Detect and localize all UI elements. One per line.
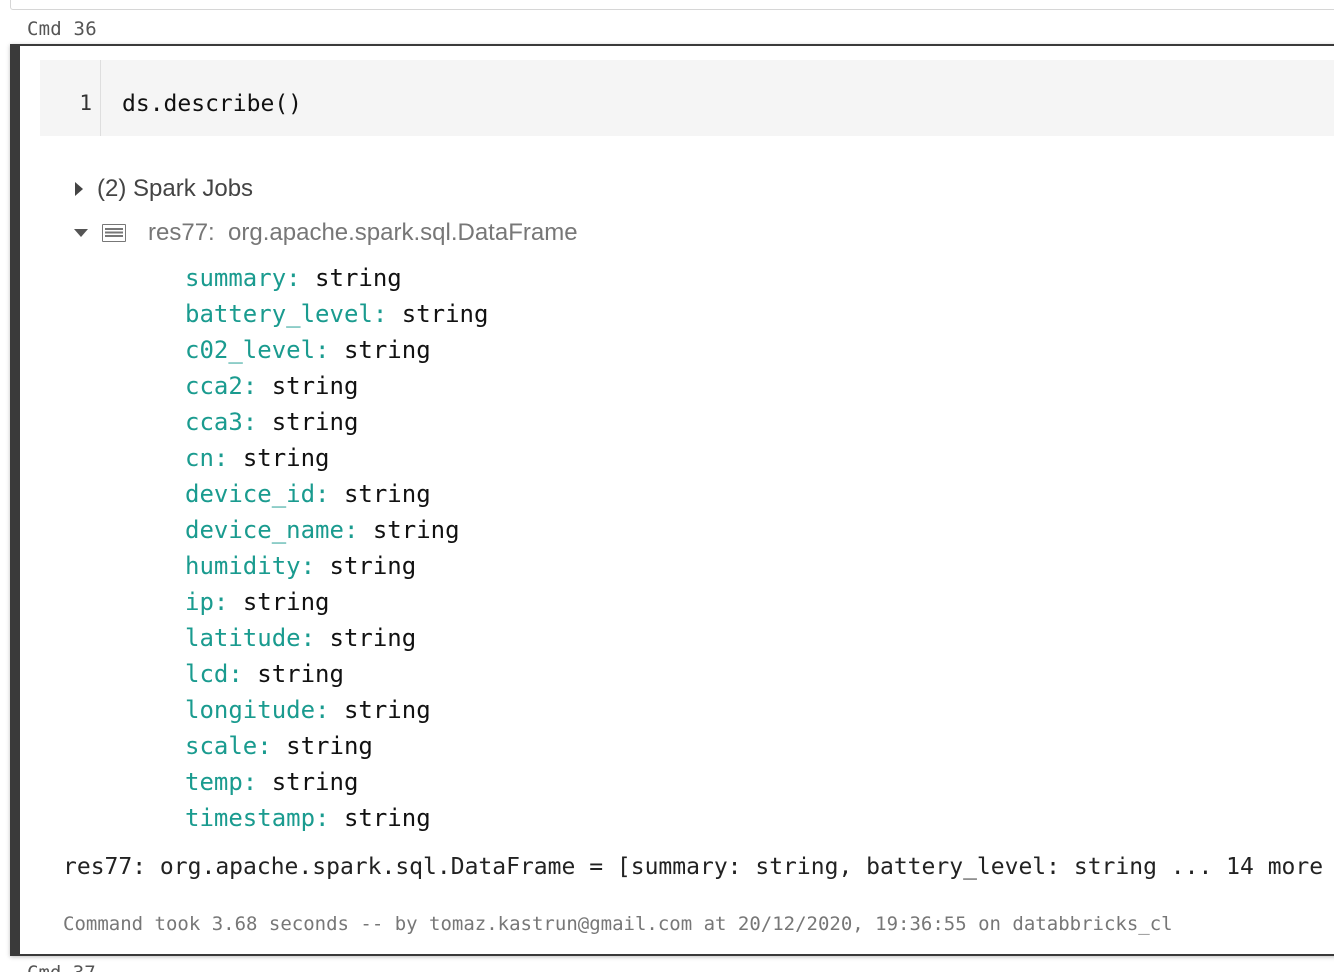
schema-field: longitude: string bbox=[185, 696, 431, 724]
command-label: Cmd 36 bbox=[27, 18, 97, 40]
spark-jobs-label[interactable]: (2) Spark Jobs bbox=[97, 175, 253, 203]
schema-field: scale: string bbox=[185, 732, 373, 760]
schema-field: latitude: string bbox=[185, 624, 417, 652]
schema-field: humidity: string bbox=[185, 552, 417, 580]
schema-field-list: summary: string battery_level: string c0… bbox=[185, 260, 488, 836]
schema-field: device_name: string bbox=[185, 516, 460, 544]
code-editor[interactable]: 1 ds.describe() bbox=[40, 60, 1334, 136]
schema-field: device_id: string bbox=[185, 480, 431, 508]
schema-field: cn: string bbox=[185, 444, 330, 472]
spark-jobs-toggle[interactable]: (2) Spark Jobs bbox=[75, 174, 253, 204]
schema-field: ip: string bbox=[185, 588, 330, 616]
schema-field: battery_level: string bbox=[185, 300, 489, 328]
schema-field: c02_level: string bbox=[185, 336, 431, 364]
schema-field: cca2: string bbox=[185, 372, 359, 400]
table-icon bbox=[102, 224, 126, 242]
next-command-label: Cmd 37 bbox=[27, 962, 96, 972]
expand-arrow-icon[interactable] bbox=[75, 182, 83, 196]
code-line[interactable]: ds.describe() bbox=[122, 91, 302, 117]
schema-field: temp: string bbox=[185, 768, 359, 796]
result-output: res77: org.apache.spark.sql.DataFrame = … bbox=[63, 854, 1334, 880]
command-status: Command took 3.68 seconds -- by tomaz.ka… bbox=[63, 913, 1173, 935]
schema-field: timestamp: string bbox=[185, 804, 431, 832]
previous-cell[interactable] bbox=[10, 0, 1334, 10]
dataframe-name: res77: org.apache.spark.sql.DataFrame bbox=[148, 219, 578, 246]
schema-field: cca3: string bbox=[185, 408, 359, 436]
notebook-cell[interactable]: 1 ds.describe() (2) Spark Jobs res77: or… bbox=[10, 44, 1334, 956]
schema-field: summary: string bbox=[185, 264, 402, 292]
line-gutter: 1 bbox=[40, 60, 101, 136]
dataframe-schema-toggle[interactable]: res77: org.apache.spark.sql.DataFrame bbox=[74, 218, 578, 248]
collapse-arrow-icon[interactable] bbox=[74, 229, 88, 237]
line-number: 1 bbox=[79, 91, 92, 115]
schema-field: lcd: string bbox=[185, 660, 344, 688]
